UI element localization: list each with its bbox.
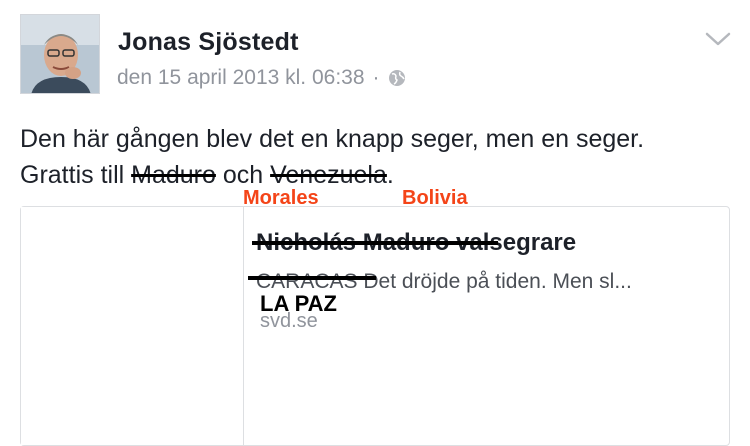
post-body: Den här gången blev det en knapp seger, … (20, 121, 720, 193)
post-text-after: . (386, 161, 394, 189)
post-timestamp[interactable]: den 15 april 2013 kl. 06:38 (117, 66, 365, 90)
profile-photo (21, 15, 99, 93)
avatar[interactable] (20, 14, 100, 94)
chevron-down-icon[interactable] (704, 30, 732, 48)
city-strike-bar (248, 276, 376, 280)
link-desc-struck: CARACAS (256, 270, 358, 293)
meta-separator: · (372, 66, 380, 89)
struck-name: Maduro (131, 161, 216, 189)
post-text-middle: och (215, 161, 271, 189)
link-preview-image[interactable] (21, 207, 244, 445)
globe-icon[interactable] (388, 69, 406, 87)
struck-country: Venezuela (270, 161, 387, 189)
correction-city: LA PAZ (260, 291, 337, 316)
author-name[interactable]: Jonas Sjöstedt (118, 28, 299, 57)
title-strike-bar (252, 241, 498, 245)
post-meta: den 15 april 2013 kl. 06:38 · (117, 66, 406, 90)
link-desc-rest: Det dröjde på tiden. Men sl... (357, 270, 632, 293)
